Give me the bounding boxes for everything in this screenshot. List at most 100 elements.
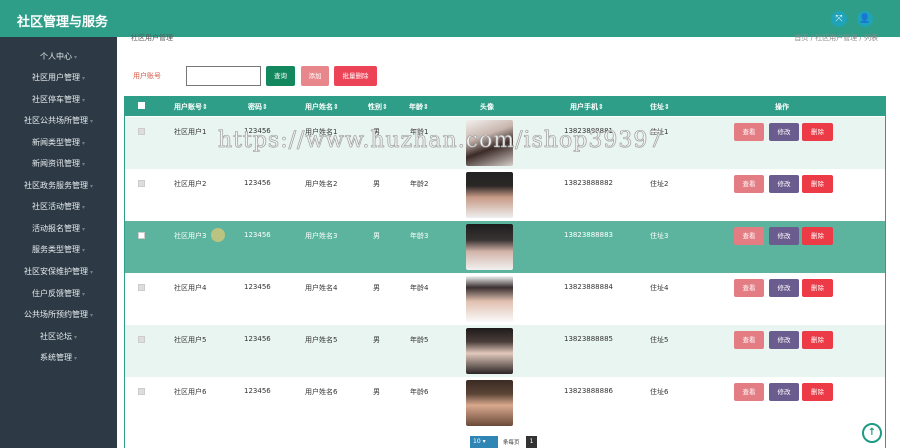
avatar <box>466 172 513 218</box>
edit-button[interactable]: 修改 <box>769 227 799 245</box>
password-cell: 123456 <box>244 231 271 239</box>
add-button[interactable]: 添加 <box>301 66 329 86</box>
search-input[interactable] <box>186 66 261 86</box>
avatar <box>466 276 513 322</box>
account-cell: 社区用户3 <box>174 232 207 240</box>
gender-cell: 男 <box>373 284 380 292</box>
row-checkbox[interactable] <box>138 388 145 395</box>
row-checkbox[interactable] <box>138 180 145 187</box>
sidebar-item-profile[interactable]: 个人中心 ▾ <box>0 46 117 67</box>
sidebar-item-gov-services[interactable]: 社区政务服务管理 ▾ <box>0 175 117 196</box>
avatar <box>466 120 513 166</box>
delete-button[interactable]: 删除 <box>802 331 833 349</box>
row-checkbox[interactable] <box>138 284 145 291</box>
sidebar-item-feedback[interactable]: 住户反馈管理 ▾ <box>0 283 117 304</box>
chevron-down-icon: ▾ <box>89 269 93 276</box>
table-row[interactable]: 社区用户2 123456 用户姓名2 男 年龄2 13823888882 住址2… <box>125 169 885 221</box>
edit-button[interactable]: 修改 <box>769 331 799 349</box>
delete-button[interactable]: 删除 <box>802 123 833 141</box>
table-row[interactable]: 社区用户5 123456 用户姓名5 男 年龄5 13823888885 住址5… <box>125 325 885 377</box>
sidebar-item-reservations[interactable]: 公共场所预约管理 ▾ <box>0 304 117 325</box>
password-cell: 123456 <box>244 283 271 291</box>
column-header[interactable]: 密码⇕ <box>248 102 268 112</box>
scroll-top-button[interactable]: ↑ <box>862 423 882 443</box>
sidebar-item-security[interactable]: 社区安保维护管理 ▾ <box>0 261 117 282</box>
delete-button[interactable]: 删除 <box>802 279 833 297</box>
main-content: 社区用户管理 首页 / 社区用户管理 / 列表 用户账号 查询 添加 批量删除 … <box>117 34 900 448</box>
breadcrumb: 首页 / 社区用户管理 / 列表 <box>794 34 878 42</box>
sidebar-item-news[interactable]: 新闻资讯管理 ▾ <box>0 153 117 174</box>
delete-button[interactable]: 删除 <box>802 227 833 245</box>
address-cell: 住址3 <box>650 232 669 240</box>
table-header: 用户账号⇕ 密码⇕ 用户姓名⇕ 性别⇕ 年龄⇕ 头像 用户手机⇕ 住址⇕ 操作 <box>125 97 885 116</box>
column-header[interactable]: 性别⇕ <box>368 102 388 112</box>
view-button[interactable]: 查看 <box>734 123 764 141</box>
chevron-down-icon: ▾ <box>89 118 93 125</box>
name-cell: 用户姓名4 <box>305 284 338 292</box>
name-cell: 用户姓名2 <box>305 180 338 188</box>
edit-button[interactable]: 修改 <box>769 383 799 401</box>
age-cell: 年龄1 <box>410 128 429 136</box>
password-cell: 123456 <box>244 179 271 187</box>
sidebar-item-parking[interactable]: 社区停车管理 ▾ <box>0 89 117 110</box>
chevron-down-icon: ▾ <box>73 54 77 61</box>
sidebar-item-news-types[interactable]: 新闻类型管理 ▾ <box>0 132 117 153</box>
row-checkbox[interactable] <box>138 128 145 135</box>
sidebar-item-service-types[interactable]: 服务类型管理 ▾ <box>0 239 117 260</box>
delete-button[interactable]: 删除 <box>802 383 833 401</box>
chevron-down-icon: ▾ <box>81 291 85 298</box>
current-page[interactable]: 1 <box>526 436 537 448</box>
view-button[interactable]: 查看 <box>734 383 764 401</box>
address-cell: 住址1 <box>650 128 669 136</box>
account-cell: 社区用户1 <box>174 128 207 136</box>
view-button[interactable]: 查看 <box>734 175 764 193</box>
page-size-select[interactable]: 10 ▾ <box>470 436 498 448</box>
chevron-down-icon: ▾ <box>81 226 85 233</box>
sidebar-item-system[interactable]: 系统管理 ▾ <box>0 347 117 368</box>
column-header[interactable]: 年龄⇕ <box>409 102 429 112</box>
sidebar-item-forum[interactable]: 社区论坛 ▾ <box>0 326 117 347</box>
edit-button[interactable]: 修改 <box>769 123 799 141</box>
password-cell: 123456 <box>244 335 271 343</box>
sidebar: 个人中心 ▾ 社区用户管理 ▾ 社区停车管理 ▾ 社区公共场所管理 ▾ 新闻类型管理 ▾ … <box>0 37 117 448</box>
row-checkbox[interactable] <box>138 232 145 239</box>
delete-button[interactable]: 删除 <box>802 175 833 193</box>
table-row[interactable]: 社区用户1 123456 用户姓名1 男 年龄1 13823888881 住址1… <box>125 117 885 169</box>
address-cell: 住址2 <box>650 180 669 188</box>
table-row[interactable]: 社区用户4 123456 用户姓名4 男 年龄4 13823888884 住址4… <box>125 273 885 325</box>
account-cell: 社区用户4 <box>174 284 207 292</box>
view-button[interactable]: 查看 <box>734 227 764 245</box>
avatar <box>466 328 513 374</box>
sidebar-item-public-places[interactable]: 社区公共场所管理 ▾ <box>0 110 117 131</box>
column-header[interactable]: 用户姓名⇕ <box>305 102 339 112</box>
row-checkbox[interactable] <box>138 336 145 343</box>
select-all-checkbox[interactable] <box>138 102 145 109</box>
search-label: 用户账号 <box>133 72 161 80</box>
table-row[interactable]: 社区用户3 123456 用户姓名3 男 年龄3 13823888883 住址3… <box>125 221 885 273</box>
column-header[interactable]: 用户账号⇕ <box>174 102 208 112</box>
age-cell: 年龄6 <box>410 388 429 396</box>
user-icon[interactable]: 👤 <box>857 11 873 27</box>
phone-cell: 13823888882 <box>564 179 613 187</box>
top-bar: 社区管理与服务 ⤧ 👤 <box>0 0 900 37</box>
chevron-down-icon: ▾ <box>81 75 85 82</box>
edit-button[interactable]: 修改 <box>769 175 799 193</box>
column-header[interactable]: 住址⇕ <box>650 102 670 112</box>
table-row[interactable]: 社区用户6 123456 用户姓名6 男 年龄6 13823888886 住址6… <box>125 377 885 429</box>
account-cell: 社区用户2 <box>174 180 207 188</box>
fullscreen-icon[interactable]: ⤧ <box>831 11 847 27</box>
password-cell: 123456 <box>244 127 271 135</box>
view-button[interactable]: 查看 <box>734 279 764 297</box>
chevron-down-icon: ▾ <box>73 355 77 362</box>
sidebar-item-users[interactable]: 社区用户管理 ▾ <box>0 67 117 88</box>
sidebar-item-activity-signup[interactable]: 活动报名管理 ▾ <box>0 218 117 239</box>
chevron-down-icon: ▾ <box>482 438 486 445</box>
chevron-down-icon: ▾ <box>81 204 85 211</box>
sidebar-item-activities[interactable]: 社区活动管理 ▾ <box>0 196 117 217</box>
view-button[interactable]: 查看 <box>734 331 764 349</box>
batch-delete-button[interactable]: 批量删除 <box>334 66 377 86</box>
column-header[interactable]: 用户手机⇕ <box>570 102 604 112</box>
edit-button[interactable]: 修改 <box>769 279 799 297</box>
gender-cell: 男 <box>373 232 380 240</box>
query-button[interactable]: 查询 <box>266 66 295 86</box>
